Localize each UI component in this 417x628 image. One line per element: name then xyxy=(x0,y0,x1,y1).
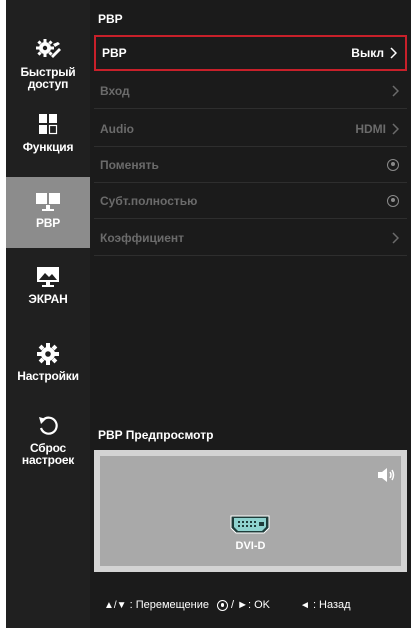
sidebar-label-line2: доступ xyxy=(27,77,69,91)
sidebar-label-line2: настроек xyxy=(21,453,75,467)
menu-row-ratio[interactable]: Коэффициент xyxy=(94,220,407,256)
pbp-preview: DVI-D xyxy=(94,450,407,572)
gear-wrench-icon xyxy=(36,39,61,58)
menu-row-label: Коэффициент xyxy=(100,230,185,245)
dvi-connector-icon xyxy=(230,515,270,534)
footer-hints: ▲/▼ : Перемещение / ►: OK ◄ : Назад xyxy=(104,599,404,611)
dual-monitor-icon xyxy=(36,192,60,211)
sidebar-label: Настройки xyxy=(17,369,79,383)
menu-row-audio[interactable]: Audio HDMI xyxy=(94,111,407,147)
hint-back-label: : Назад xyxy=(312,599,351,611)
radio-icon[interactable] xyxy=(387,194,399,207)
menu-row-label: Audio xyxy=(100,121,134,136)
left-arrow-icon: ◄ xyxy=(300,599,310,611)
chevron-right-icon xyxy=(392,231,399,244)
section-title: PBP xyxy=(98,12,123,26)
speaker-icon xyxy=(378,468,395,482)
sidebar: Быстрый доступ Функция PBP ЭКРАН Настрой… xyxy=(6,0,90,628)
menu-row-value: Выкл xyxy=(351,46,384,60)
menu-row-full-subtitle[interactable]: Субт.полностью xyxy=(94,183,407,219)
sidebar-label: PBP xyxy=(35,216,61,230)
sidebar-item-reset[interactable]: Сброс настроек xyxy=(6,414,90,466)
sidebar-label: ЭКРАН xyxy=(28,292,68,306)
menu-row-value: HDMI xyxy=(355,121,386,136)
preview-title: PBP Предпросмотр xyxy=(98,428,214,442)
menu-row-input[interactable]: Вход xyxy=(94,73,407,109)
chevron-right-icon xyxy=(392,122,399,135)
preview-screen: DVI-D xyxy=(100,456,401,566)
reset-icon xyxy=(39,416,58,435)
grid-icon xyxy=(39,114,58,135)
menu-row-pbp[interactable]: PBP Выкл xyxy=(94,35,407,71)
hint-ok: / ►: OK xyxy=(217,599,270,611)
osd-menu: Быстрый доступ Функция PBP ЭКРАН Настрой… xyxy=(6,0,411,628)
enter-button-icon xyxy=(217,599,229,611)
chevron-right-icon xyxy=(392,84,399,97)
menu-row-label: Поменять xyxy=(100,157,159,172)
menu-row-label: PBP xyxy=(102,46,127,60)
hint-move: ▲/▼ : Перемещение xyxy=(104,599,209,611)
radio-icon[interactable] xyxy=(387,158,399,171)
sidebar-item-pbp[interactable]: PBP xyxy=(6,177,90,248)
hint-back: ◄ : Назад xyxy=(300,599,351,611)
sidebar-item-settings[interactable]: Настройки xyxy=(6,342,90,382)
content-panel: PBP PBP Выкл Вход Audio HDMI Поменять Су… xyxy=(90,0,411,628)
gear-icon xyxy=(37,343,59,365)
menu-row-swap[interactable]: Поменять xyxy=(94,147,407,183)
up-down-arrows-icon: ▲/▼ xyxy=(104,599,127,611)
monitor-icon xyxy=(37,267,59,287)
input-label: DVI-D xyxy=(235,540,266,552)
menu-row-label: Субт.полностью xyxy=(100,193,198,208)
menu-row-label: Вход xyxy=(100,83,130,98)
hint-move-label: : Перемещение xyxy=(129,599,210,611)
sidebar-item-quick-access[interactable]: Быстрый доступ xyxy=(6,38,90,90)
sidebar-label: Функция xyxy=(22,140,74,154)
hint-ok-label: / ►: OK xyxy=(231,599,271,611)
sidebar-item-screen[interactable]: ЭКРАН xyxy=(6,265,90,305)
chevron-right-icon xyxy=(390,47,397,59)
sidebar-item-function[interactable]: Функция xyxy=(6,113,90,153)
